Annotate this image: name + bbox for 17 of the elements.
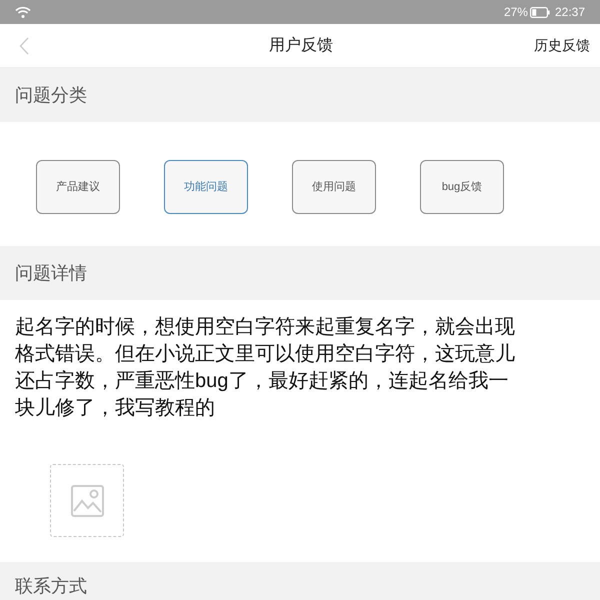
battery-icon [530,6,550,18]
section-title: 问题详情 [15,262,87,285]
clock-time: 22:37 [554,4,585,21]
section-title: 联系方式 [15,575,87,598]
section-title: 问题分类 [15,84,87,107]
wifi-icon [15,6,31,18]
category-option[interactable]: 使用问题 [292,160,376,214]
page-title: 用户反馈 [269,36,333,56]
feedback-text-field[interactable]: 起名字的时候，想使用空白字符来起重复名字，就会出现格式错误。但在小说正文里可以使用空白字符，这玩意儿还占字数，严重恶性bug了，最好赶紧的，连起名给我一块儿修了，我写教程的 [15,314,527,422]
category-option[interactable]: 产品建议 [36,160,120,214]
category-option[interactable]: bug反馈 [420,160,504,214]
category-option[interactable]: 功能问题 [164,160,248,214]
image-icon [70,484,104,516]
battery-percent: 27% [504,4,528,21]
image-upload-box[interactable] [50,464,124,537]
history-feedback-link[interactable]: 历史反馈 [534,35,590,56]
back-chevron-icon [19,36,29,54]
